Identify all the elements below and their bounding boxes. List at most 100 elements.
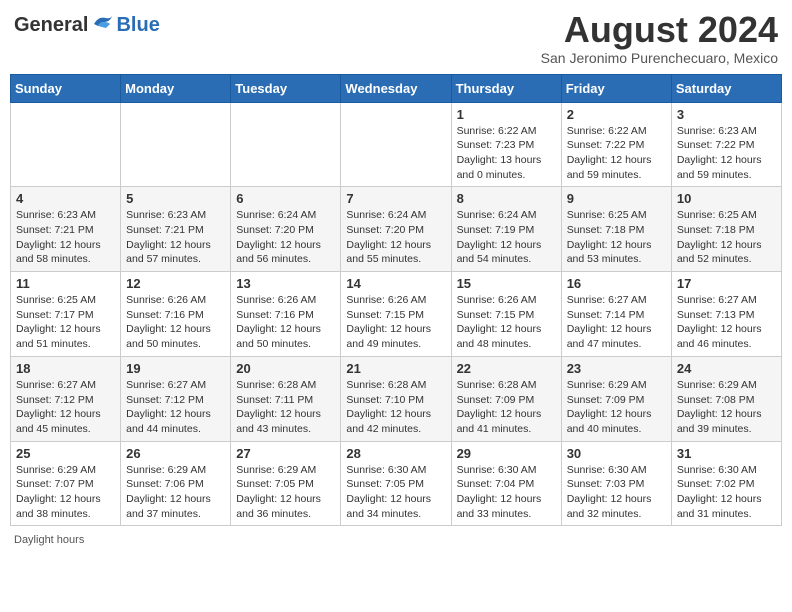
day-info: Sunrise: 6:23 AMSunset: 7:22 PMDaylight:… [677, 124, 776, 183]
day-info: Sunrise: 6:24 AMSunset: 7:20 PMDaylight:… [346, 208, 445, 267]
day-number: 19 [126, 361, 225, 376]
day-info: Sunrise: 6:26 AMSunset: 7:16 PMDaylight:… [126, 293, 225, 352]
calendar-day-6: 6 Sunrise: 6:24 AMSunset: 7:20 PMDaylight… [231, 187, 341, 272]
calendar-header-thursday: Thursday [451, 74, 561, 102]
calendar-week-4: 18 Sunrise: 6:27 AMSunset: 7:12 PMDayligh… [11, 356, 782, 441]
day-info: Sunrise: 6:28 AMSunset: 7:11 PMDaylight:… [236, 378, 335, 437]
day-info: Sunrise: 6:22 AMSunset: 7:23 PMDaylight:… [457, 124, 556, 183]
calendar-day-28: 28 Sunrise: 6:30 AMSunset: 7:05 PMDayligh… [341, 441, 451, 526]
calendar-day-8: 8Sunrise: 6:24 AMSunset: 7:19 PMDaylight… [451, 187, 561, 272]
day-number: 10 [677, 191, 776, 206]
day-info: Sunrise: 6:29 AMSunset: 7:06 PMDaylight:… [126, 463, 225, 522]
calendar-day-25: 25Sunrise: 6:29 AMSunset: 7:07 PMDayligh… [11, 441, 121, 526]
day-info: Sunrise: 6:30 AMSunset: 7:04 PMDaylight:… [457, 463, 556, 522]
calendar-day-14: 14 Sunrise: 6:26 AMSunset: 7:15 PMDayligh… [341, 272, 451, 357]
day-info: Sunrise: 6:26 AMSunset: 7:15 PMDaylight:… [346, 293, 445, 352]
calendar-day-31: 31 Sunrise: 6:30 AMSunset: 7:02 PMDayligh… [671, 441, 781, 526]
calendar-header-saturday: Saturday [671, 74, 781, 102]
calendar-day-10: 10 Sunrise: 6:25 AMSunset: 7:18 PMDayligh… [671, 187, 781, 272]
day-number: 27 [236, 446, 335, 461]
day-number: 13 [236, 276, 335, 291]
day-number: 7 [346, 191, 445, 206]
calendar-day-18: 18 Sunrise: 6:27 AMSunset: 7:12 PMDayligh… [11, 356, 121, 441]
day-number: 22 [457, 361, 556, 376]
calendar-day-22: 22 Sunrise: 6:28 AMSunset: 7:09 PMDayligh… [451, 356, 561, 441]
day-info: Sunrise: 6:30 AMSunset: 7:02 PMDaylight:… [677, 463, 776, 522]
day-number: 9 [567, 191, 666, 206]
day-number: 21 [346, 361, 445, 376]
day-number: 23 [567, 361, 666, 376]
calendar-day-17: 17Sunrise: 6:27 AMSunset: 7:13 PMDayligh… [671, 272, 781, 357]
day-info: Sunrise: 6:28 AMSunset: 7:09 PMDaylight:… [457, 378, 556, 437]
calendar-day-9: 9Sunrise: 6:25 AMSunset: 7:18 PMDaylight… [561, 187, 671, 272]
day-info: Sunrise: 6:27 AMSunset: 7:12 PMDaylight:… [126, 378, 225, 437]
calendar-header-wednesday: Wednesday [341, 74, 451, 102]
calendar-day-27: 27 Sunrise: 6:29 AMSunset: 7:05 PMDayligh… [231, 441, 341, 526]
day-number: 26 [126, 446, 225, 461]
calendar-day-26: 26 Sunrise: 6:29 AMSunset: 7:06 PMDayligh… [121, 441, 231, 526]
day-info: Sunrise: 6:30 AMSunset: 7:03 PMDaylight:… [567, 463, 666, 522]
day-number: 17 [677, 276, 776, 291]
calendar-header-monday: Monday [121, 74, 231, 102]
day-info: Sunrise: 6:22 AMSunset: 7:22 PMDaylight:… [567, 124, 666, 183]
location-subtitle: San Jeronimo Purenchecuaro, Mexico [541, 50, 778, 66]
footer-note: Daylight hours [10, 534, 782, 546]
calendar-day-11: 11Sunrise: 6:25 AMSunset: 7:17 PMDayligh… [11, 272, 121, 357]
day-number: 1 [457, 107, 556, 122]
calendar-day-13: 13 Sunrise: 6:26 AMSunset: 7:16 PMDayligh… [231, 272, 341, 357]
calendar-day-3: 3 Sunrise: 6:23 AMSunset: 7:22 PMDaylight… [671, 102, 781, 187]
calendar-week-5: 25Sunrise: 6:29 AMSunset: 7:07 PMDayligh… [11, 441, 782, 526]
day-number: 4 [16, 191, 115, 206]
day-number: 28 [346, 446, 445, 461]
day-info: Sunrise: 6:29 AMSunset: 7:07 PMDaylight:… [16, 463, 115, 522]
calendar-day-2: 2 Sunrise: 6:22 AMSunset: 7:22 PMDaylight… [561, 102, 671, 187]
day-info: Sunrise: 6:27 AMSunset: 7:12 PMDaylight:… [16, 378, 115, 437]
day-info: Sunrise: 6:24 AMSunset: 7:19 PMDaylight:… [457, 208, 556, 267]
calendar-day-12: 12Sunrise: 6:26 AMSunset: 7:16 PMDayligh… [121, 272, 231, 357]
calendar-week-2: 4 Sunrise: 6:23 AMSunset: 7:21 PMDaylight… [11, 187, 782, 272]
day-number: 20 [236, 361, 335, 376]
day-number: 2 [567, 107, 666, 122]
day-info: Sunrise: 6:29 AMSunset: 7:09 PMDaylight:… [567, 378, 666, 437]
calendar-day-29: 29 Sunrise: 6:30 AMSunset: 7:04 PMDayligh… [451, 441, 561, 526]
calendar-empty-cell [231, 102, 341, 187]
day-number: 6 [236, 191, 335, 206]
day-info: Sunrise: 6:29 AMSunset: 7:08 PMDaylight:… [677, 378, 776, 437]
day-info: Sunrise: 6:27 AMSunset: 7:14 PMDaylight:… [567, 293, 666, 352]
day-number: 15 [457, 276, 556, 291]
calendar-day-1: 1 Sunrise: 6:22 AMSunset: 7:23 PMDaylight… [451, 102, 561, 187]
calendar-day-5: 5 Sunrise: 6:23 AMSunset: 7:21 PMDaylight… [121, 187, 231, 272]
day-number: 31 [677, 446, 776, 461]
day-info: Sunrise: 6:25 AMSunset: 7:18 PMDaylight:… [677, 208, 776, 267]
calendar-header-sunday: Sunday [11, 74, 121, 102]
day-number: 18 [16, 361, 115, 376]
calendar-day-4: 4Sunrise: 6:23 AMSunset: 7:21 PMDaylight… [11, 187, 121, 272]
logo-bird-icon [92, 14, 114, 37]
calendar-day-19: 19 Sunrise: 6:27 AMSunset: 7:12 PMDayligh… [121, 356, 231, 441]
logo-general-text: General [14, 14, 88, 37]
day-info: Sunrise: 6:23 AMSunset: 7:21 PMDaylight:… [126, 208, 225, 267]
day-number: 3 [677, 107, 776, 122]
day-number: 11 [16, 276, 115, 291]
calendar-week-1: 1 Sunrise: 6:22 AMSunset: 7:23 PMDaylight… [11, 102, 782, 187]
day-number: 29 [457, 446, 556, 461]
logo-blue-text: Blue [116, 14, 159, 37]
page-header: General Blue August 2024 San Jeronimo Pu… [10, 10, 782, 66]
day-number: 30 [567, 446, 666, 461]
day-info: Sunrise: 6:30 AMSunset: 7:05 PMDaylight:… [346, 463, 445, 522]
calendar-day-24: 24Sunrise: 6:29 AMSunset: 7:08 PMDayligh… [671, 356, 781, 441]
day-info: Sunrise: 6:29 AMSunset: 7:05 PMDaylight:… [236, 463, 335, 522]
day-number: 5 [126, 191, 225, 206]
calendar-week-3: 11Sunrise: 6:25 AMSunset: 7:17 PMDayligh… [11, 272, 782, 357]
calendar-day-15: 15 Sunrise: 6:26 AMSunset: 7:15 PMDayligh… [451, 272, 561, 357]
calendar-day-16: 16 Sunrise: 6:27 AMSunset: 7:14 PMDayligh… [561, 272, 671, 357]
day-number: 16 [567, 276, 666, 291]
calendar-day-20: 20 Sunrise: 6:28 AMSunset: 7:11 PMDayligh… [231, 356, 341, 441]
day-info: Sunrise: 6:24 AMSunset: 7:20 PMDaylight:… [236, 208, 335, 267]
calendar-day-7: 7 Sunrise: 6:24 AMSunset: 7:20 PMDaylight… [341, 187, 451, 272]
day-number: 14 [346, 276, 445, 291]
day-info: Sunrise: 6:26 AMSunset: 7:16 PMDaylight:… [236, 293, 335, 352]
day-info: Sunrise: 6:26 AMSunset: 7:15 PMDaylight:… [457, 293, 556, 352]
calendar-header-row: SundayMondayTuesdayWednesdayThursdayFrid… [11, 74, 782, 102]
calendar-table: SundayMondayTuesdayWednesdayThursdayFrid… [10, 74, 782, 527]
